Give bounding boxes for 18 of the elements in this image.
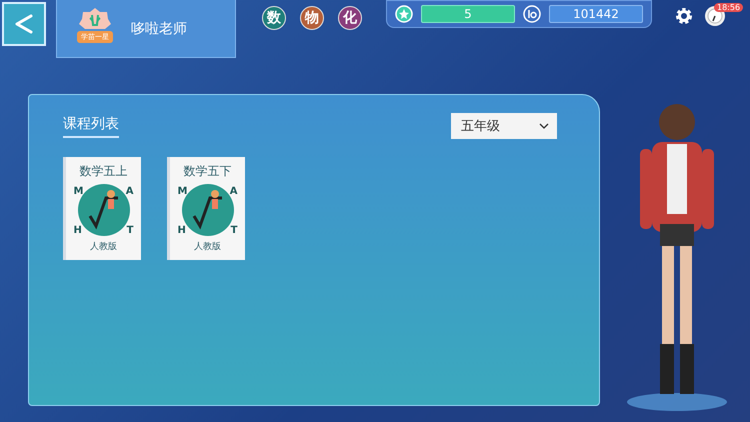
coin-icon bbox=[523, 5, 541, 23]
subject-button[interactable]: 物 bbox=[300, 6, 324, 30]
panel-title: 课程列表 bbox=[63, 114, 119, 138]
chevron-down-icon bbox=[539, 123, 549, 129]
subject-button[interactable]: 数 bbox=[262, 6, 286, 30]
back-button[interactable] bbox=[2, 2, 46, 46]
user-name: 哆啦老师 bbox=[131, 20, 187, 38]
grade-dropdown[interactable]: 五年级 bbox=[451, 113, 557, 139]
settings-icon bbox=[674, 6, 694, 26]
back-arrow-icon bbox=[13, 13, 35, 35]
course-book[interactable]: 数学五下 M A H T 人教版 bbox=[167, 157, 245, 260]
course-book[interactable]: 数学五上 M A H T 人教版 bbox=[63, 157, 141, 260]
cover-illustration: M A H T bbox=[178, 184, 238, 236]
cover-illustration: M A H T bbox=[74, 184, 134, 236]
subject-button[interactable]: 化 bbox=[338, 6, 362, 30]
star-count: 5 bbox=[421, 5, 515, 23]
time-badge: 18:56 bbox=[714, 3, 744, 12]
coin-count: 101442 bbox=[549, 5, 643, 23]
